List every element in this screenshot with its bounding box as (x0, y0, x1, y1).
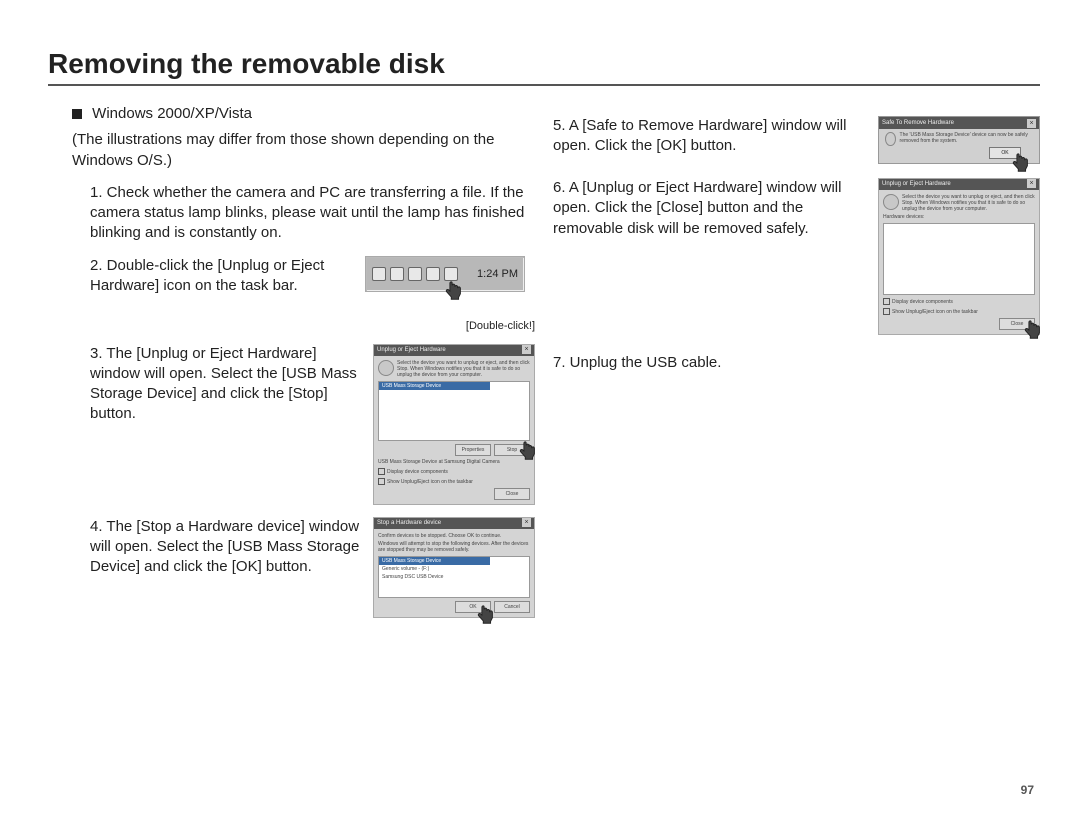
tray-icon-3 (408, 267, 422, 281)
tray-icon-1 (372, 267, 386, 281)
step3-text: 3. The [Unplug or Eject Hardware] window… (90, 344, 365, 425)
step6-text: 6. A [Unplug or Eject Hardware] window w… (553, 178, 870, 239)
step4-figure: Stop a Hardware device × Confirm devices… (373, 517, 535, 618)
checkbox-icon[interactable] (883, 298, 890, 305)
os-header-note: (The illustrations may differ from those… (72, 130, 535, 171)
pointer-hand-icon (1022, 319, 1044, 341)
checkbox-icon[interactable] (378, 478, 385, 485)
bullet-icon (72, 109, 82, 119)
step5-row: 5. A [Safe to Remove Hardware] window wi… (553, 116, 1040, 164)
list-label: Hardware devices: (883, 214, 1035, 220)
close-button[interactable]: Close (494, 488, 530, 500)
pointer-hand-icon (517, 440, 539, 462)
checkbox-icon[interactable] (378, 468, 385, 475)
unplug-dialog-1: Unplug or Eject Hardware × Select the de… (373, 344, 535, 505)
os-header-text: Windows 2000/XP/Vista (92, 105, 252, 122)
dialog-text: The 'USB Mass Storage Device' device can… (900, 132, 1033, 144)
tray-icon-4 (426, 267, 440, 281)
step7-text: 7. Unplug the USB cable. (553, 353, 1040, 373)
pointer-hand-icon (1010, 152, 1032, 174)
dialog-desc: Select the device you want to unplug or … (397, 360, 530, 378)
column-right: 5. A [Safe to Remove Hardware] window wi… (553, 104, 1040, 618)
cancel-button[interactable]: Cancel (494, 601, 530, 613)
device-list-2[interactable]: USB Mass Storage Device Generic volume -… (378, 556, 530, 598)
tray-icon-5 (444, 267, 458, 281)
close-icon[interactable]: × (522, 518, 531, 527)
pointer-hand-icon (475, 604, 497, 626)
os-header: Windows 2000/XP/Vista (72, 104, 535, 124)
device-item[interactable]: USB Mass Storage Device (379, 382, 490, 390)
dialog-titlebar: Stop a Hardware device × (374, 518, 534, 529)
dialog-title: Stop a Hardware device (377, 518, 441, 529)
device-list-empty[interactable] (883, 223, 1035, 295)
close-icon[interactable]: × (522, 345, 531, 354)
chk2-label: Show Unplug/Eject icon on the taskbar (387, 479, 473, 485)
info-icon (885, 132, 896, 146)
step6-figure: Unplug or Eject Hardware × Select the de… (878, 178, 1040, 335)
properties-button[interactable]: Properties (455, 444, 491, 456)
step6-row: 6. A [Unplug or Eject Hardware] window w… (553, 178, 1040, 335)
device-item-2[interactable]: Generic volume - (F:) (379, 565, 529, 573)
step5-text: 5. A [Safe to Remove Hardware] window wi… (553, 116, 870, 157)
column-left: Windows 2000/XP/Vista (The illustrations… (48, 104, 535, 618)
step2-row: 2. Double-click the [Unplug or Eject Har… (48, 256, 535, 332)
dialog-title: Safe To Remove Hardware (882, 120, 954, 126)
close-icon[interactable]: × (1027, 119, 1036, 128)
dialog-titlebar: Unplug or Eject Hardware × (879, 179, 1039, 190)
chk1-label: Display device components (387, 469, 448, 475)
checkbox-icon[interactable] (883, 308, 890, 315)
tray-icon-2 (390, 267, 404, 281)
device-list[interactable]: USB Mass Storage Device (378, 381, 530, 441)
stop-hardware-dialog: Stop a Hardware device × Confirm devices… (373, 517, 535, 618)
close-icon[interactable]: × (1027, 179, 1036, 188)
double-click-label: [Double-click!] (365, 320, 535, 332)
device-item-3[interactable]: Samsung DSC USB Device (379, 573, 529, 581)
tray-icons (372, 267, 458, 281)
step5-figure: Safe To Remove Hardware × The 'USB Mass … (878, 116, 1040, 164)
dialog-titlebar: Unplug or Eject Hardware × (374, 345, 534, 356)
chk1-label: Display device components (892, 299, 953, 305)
dialog-text1: Confirm devices to be stopped. Choose OK… (378, 533, 530, 539)
step2-text: 2. Double-click the [Unplug or Eject Har… (90, 256, 357, 297)
dialog-title: Unplug or Eject Hardware (377, 345, 446, 356)
page-number: 97 (1021, 783, 1034, 797)
page-title: Removing the removable disk (48, 48, 1040, 86)
eject-icon (883, 194, 899, 210)
dialog-footer: USB Mass Storage Device at Samsung Digit… (378, 459, 530, 466)
dialog-titlebar: Safe To Remove Hardware × (879, 117, 1039, 129)
chk2-label: Show Unplug/Eject icon on the taskbar (892, 309, 978, 315)
dialog-desc: Select the device you want to unplug or … (902, 194, 1035, 212)
step2-figure: 1:24 PM [Double-click!] (365, 256, 535, 332)
pointer-hand-icon (443, 280, 465, 302)
unplug-dialog-2: Unplug or Eject Hardware × Select the de… (878, 178, 1040, 335)
step3-figure: Unplug or Eject Hardware × Select the de… (373, 344, 535, 505)
dialog-text2: Windows will attempt to stop the followi… (378, 541, 530, 553)
step1-text: 1. Check whether the camera and PC are t… (90, 183, 535, 244)
step4-row: 4. The [Stop a Hardware device] window w… (48, 517, 535, 618)
device-item-1[interactable]: USB Mass Storage Device (379, 557, 490, 565)
eject-icon (378, 360, 394, 376)
taskbar-time: 1:24 PM (477, 268, 518, 280)
dialog-title: Unplug or Eject Hardware (882, 179, 951, 190)
step4-text: 4. The [Stop a Hardware device] window w… (90, 517, 365, 578)
step3-row: 3. The [Unplug or Eject Hardware] window… (48, 344, 535, 505)
